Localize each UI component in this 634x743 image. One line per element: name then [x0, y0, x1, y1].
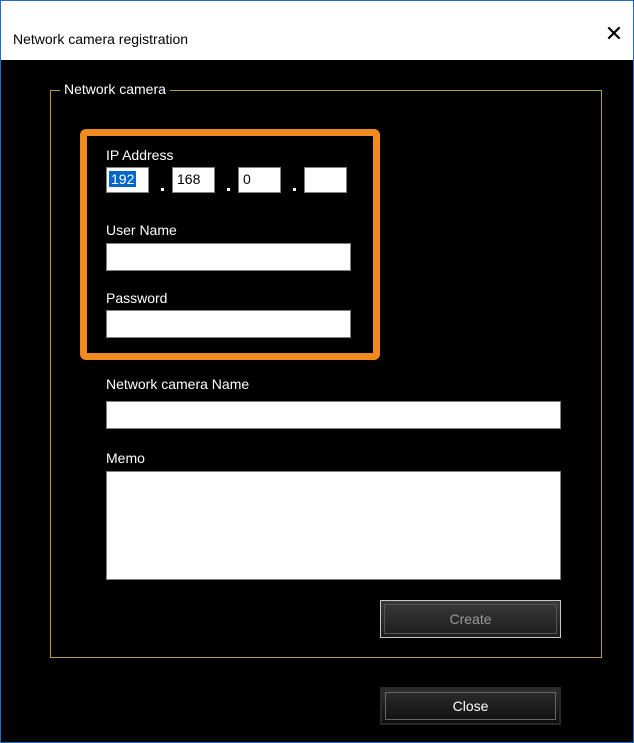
create-button-label: Create: [384, 604, 557, 634]
dialog-body: Network camera IP Address 192 168 0 User…: [1, 60, 633, 742]
memo-label: Memo: [106, 450, 145, 466]
password-field[interactable]: [106, 310, 351, 338]
ip-octet-4-field[interactable]: [304, 167, 347, 193]
password-label: Password: [106, 290, 168, 306]
ip-separator-dot: [293, 188, 296, 191]
registration-dialog: Network camera registration ✕ Network ca…: [0, 0, 634, 743]
ip-separator-dot: [161, 188, 164, 191]
ip-octet-3-field[interactable]: 0: [238, 167, 281, 193]
camera-name-label: Network camera Name: [106, 376, 250, 392]
close-button[interactable]: Close: [380, 687, 561, 725]
title-bar: Network camera registration ✕: [1, 1, 633, 60]
groupbox-legend: Network camera: [60, 81, 170, 97]
user-name-field[interactable]: [106, 243, 351, 271]
ip-octet-3-value: 0: [243, 171, 251, 187]
memo-field[interactable]: [106, 471, 561, 580]
create-button[interactable]: Create: [380, 600, 561, 638]
close-button-label: Close: [385, 692, 556, 720]
user-name-label: User Name: [106, 222, 177, 238]
ip-octet-2-field[interactable]: 168: [172, 167, 215, 193]
ip-separator-dot: [227, 188, 230, 191]
camera-name-field[interactable]: [106, 401, 561, 429]
ip-octet-1-value: 192: [109, 171, 137, 187]
close-icon[interactable]: ✕: [603, 23, 625, 45]
ip-octet-2-value: 168: [177, 171, 201, 187]
window-title: Network camera registration: [13, 31, 189, 47]
ip-address-label: IP Address: [106, 147, 174, 163]
ip-octet-1-field[interactable]: 192: [106, 167, 149, 193]
